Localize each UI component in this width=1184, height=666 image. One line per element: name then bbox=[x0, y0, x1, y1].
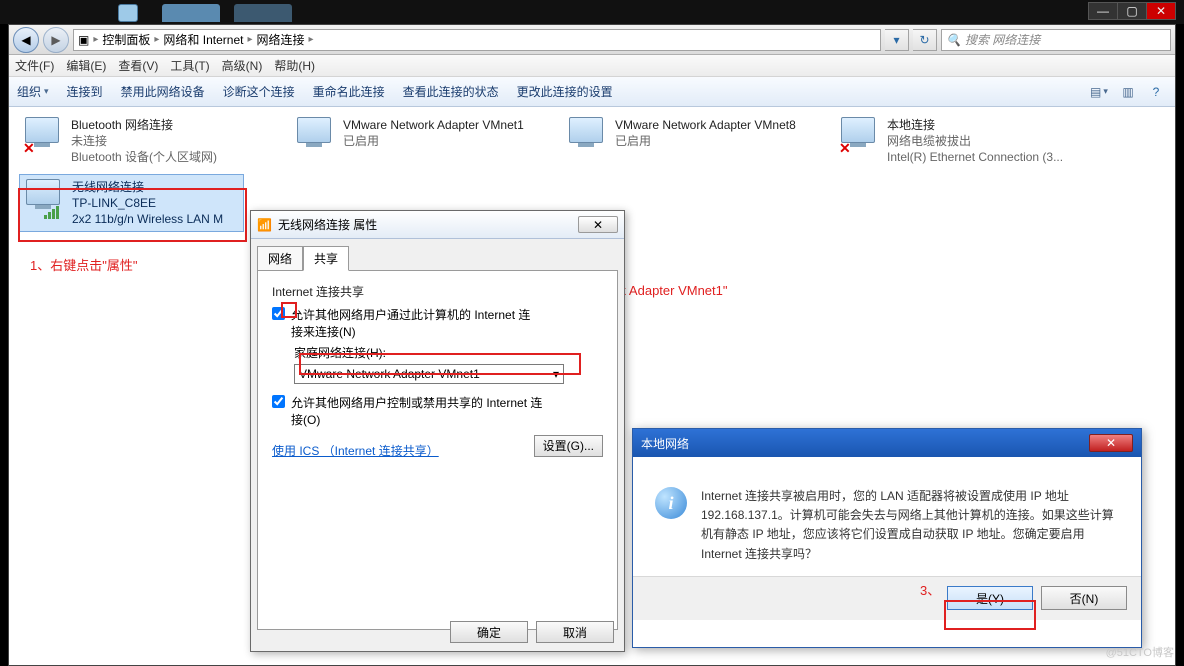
search-icon: 🔍 bbox=[946, 33, 961, 47]
tb-connect-to[interactable]: 连接到 bbox=[67, 83, 103, 100]
chevron-right-icon: ▸ bbox=[247, 34, 252, 45]
network-icon: ✕ bbox=[23, 117, 63, 157]
connection-bluetooth[interactable]: ✕ Bluetooth 网络连接 未连接 Bluetooth 设备(个人区域网) bbox=[19, 113, 279, 170]
allow-other-users-label: 允许其他网络用户通过此计算机的 Internet 连接来连接(N) bbox=[291, 306, 541, 340]
watermark: @51CTO博客 bbox=[1106, 644, 1174, 660]
minimize-button[interactable]: — bbox=[1088, 2, 1118, 20]
sharing-group-label: Internet 连接共享 bbox=[272, 283, 603, 300]
tb-view-status[interactable]: 查看此连接的状态 bbox=[403, 83, 499, 100]
conn-status: 未连接 bbox=[71, 133, 217, 149]
connection-vmnet1[interactable]: VMware Network Adapter VMnet1 已启用 bbox=[291, 113, 551, 170]
command-bar: 组织▾ 连接到 禁用此网络设备 诊断这个连接 重命名此连接 查看此连接的状态 更… bbox=[9, 77, 1175, 107]
small-tab bbox=[118, 4, 138, 22]
control-panel-icon: ▣ bbox=[78, 33, 89, 47]
network-icon bbox=[567, 117, 607, 157]
highlight-checkbox bbox=[281, 302, 297, 318]
chevron-right-icon: ▸ bbox=[309, 34, 314, 45]
preview-pane-button[interactable]: ▥ bbox=[1117, 82, 1139, 102]
highlight-combo bbox=[299, 353, 581, 375]
annotation-3: 3、 bbox=[920, 580, 940, 599]
conn-status: 网络电缆被拔出 bbox=[887, 133, 1063, 149]
conn-status: 已启用 bbox=[615, 133, 796, 149]
highlight-yes-button bbox=[944, 600, 1036, 630]
refresh-button[interactable]: ↻ bbox=[913, 29, 937, 51]
tb-organize[interactable]: 组织▾ bbox=[17, 83, 49, 100]
search-placeholder: 搜索 网络连接 bbox=[965, 31, 1040, 48]
annotation-1: 1、右键点击"属性" bbox=[30, 255, 137, 274]
error-x-icon: ✕ bbox=[839, 140, 851, 157]
wireless-icon: 📶 bbox=[257, 218, 272, 232]
connection-local[interactable]: ✕ 本地连接 网络电缆被拔出 Intel(R) Ethernet Connect… bbox=[835, 113, 1095, 170]
settings-button[interactable]: 设置(G)... bbox=[534, 435, 603, 457]
cancel-button[interactable]: 取消 bbox=[536, 621, 614, 643]
tab-network[interactable]: 网络 bbox=[257, 246, 303, 271]
help-button[interactable]: ? bbox=[1145, 82, 1167, 102]
dialog-title: 无线网络连接 属性 bbox=[278, 216, 377, 233]
properties-dialog: 📶 无线网络连接 属性 ✕ 网络 共享 Internet 连接共享 允许其他网络… bbox=[250, 210, 625, 652]
allow-control-label: 允许其他网络用户控制或禁用共享的 Internet 连接(O) bbox=[291, 394, 551, 428]
address-dropdown-button[interactable]: ▾ bbox=[885, 29, 909, 51]
conn-name: VMware Network Adapter VMnet8 bbox=[615, 117, 796, 133]
ics-help-link[interactable]: 使用 ICS （Internet 连接共享） bbox=[272, 442, 439, 459]
crumb-network-connections[interactable]: 网络连接 bbox=[256, 31, 304, 48]
msgbox-text: Internet 连接共享被启用时，您的 LAN 适配器将被设置成使用 IP 地… bbox=[701, 487, 1119, 564]
conn-device: Intel(R) Ethernet Connection (3... bbox=[887, 149, 1063, 165]
msgbox-titlebar: 本地网络 ✕ bbox=[633, 429, 1141, 457]
network-icon bbox=[295, 117, 335, 157]
tb-disable-device[interactable]: 禁用此网络设备 bbox=[121, 83, 205, 100]
confirm-dialog: 本地网络 ✕ i Internet 连接共享被启用时，您的 LAN 适配器将被设… bbox=[632, 428, 1142, 648]
menu-bar: 文件(F) 编辑(E) 查看(V) 工具(T) 高级(N) 帮助(H) bbox=[9, 55, 1175, 77]
close-button[interactable]: ✕ bbox=[1146, 2, 1176, 20]
error-x-icon: ✕ bbox=[23, 140, 35, 157]
background-tabs bbox=[162, 4, 292, 22]
tb-change-settings[interactable]: 更改此连接的设置 bbox=[517, 83, 613, 100]
crumb-network-internet[interactable]: 网络和 Internet bbox=[163, 31, 243, 48]
outer-titlebar: — ▢ ✕ bbox=[0, 0, 1184, 24]
menu-view[interactable]: 查看(V) bbox=[118, 57, 158, 74]
search-input[interactable]: 🔍 搜索 网络连接 bbox=[941, 29, 1171, 51]
conn-name: 本地连接 bbox=[887, 117, 1063, 133]
nav-forward-button[interactable]: ▶ bbox=[43, 27, 69, 53]
conn-device: Bluetooth 设备(个人区域网) bbox=[71, 149, 217, 165]
msgbox-title: 本地网络 bbox=[641, 435, 689, 452]
breadcrumb[interactable]: ▣ ▸ 控制面板 ▸ 网络和 Internet ▸ 网络连接 ▸ bbox=[73, 29, 881, 51]
view-mode-button[interactable]: ▤▾ bbox=[1089, 82, 1111, 102]
dialog-titlebar: 📶 无线网络连接 属性 ✕ bbox=[251, 211, 624, 239]
network-icon: ✕ bbox=[839, 117, 879, 157]
nav-back-button[interactable]: ◀ bbox=[13, 27, 39, 53]
chevron-right-icon: ▸ bbox=[154, 34, 159, 45]
menu-edit[interactable]: 编辑(E) bbox=[66, 57, 106, 74]
highlight-wireless-connection bbox=[18, 188, 247, 242]
maximize-button[interactable]: ▢ bbox=[1117, 2, 1147, 20]
conn-name: VMware Network Adapter VMnet1 bbox=[343, 117, 524, 133]
conn-name: Bluetooth 网络连接 bbox=[71, 117, 217, 133]
tab-sharing[interactable]: 共享 bbox=[303, 246, 349, 271]
dialog-close-button[interactable]: ✕ bbox=[578, 216, 618, 233]
info-icon: i bbox=[655, 487, 687, 519]
ok-button[interactable]: 确定 bbox=[450, 621, 528, 643]
menu-advanced[interactable]: 高级(N) bbox=[222, 57, 263, 74]
menu-tools[interactable]: 工具(T) bbox=[170, 57, 209, 74]
connection-vmnet8[interactable]: VMware Network Adapter VMnet8 已启用 bbox=[563, 113, 823, 170]
tb-rename[interactable]: 重命名此连接 bbox=[313, 83, 385, 100]
menu-help[interactable]: 帮助(H) bbox=[274, 57, 315, 74]
navigation-bar: ◀ ▶ ▣ ▸ 控制面板 ▸ 网络和 Internet ▸ 网络连接 ▸ ▾ ↻ 🔍 搜… bbox=[9, 25, 1175, 55]
no-button[interactable]: 否(N) bbox=[1041, 586, 1127, 610]
conn-status: 已启用 bbox=[343, 133, 524, 149]
allow-control-checkbox[interactable] bbox=[272, 395, 285, 408]
menu-file[interactable]: 文件(F) bbox=[15, 57, 54, 74]
chevron-right-icon: ▸ bbox=[93, 34, 98, 45]
crumb-control-panel[interactable]: 控制面板 bbox=[102, 31, 150, 48]
tb-diagnose[interactable]: 诊断这个连接 bbox=[223, 83, 295, 100]
msgbox-close-button[interactable]: ✕ bbox=[1089, 434, 1133, 452]
